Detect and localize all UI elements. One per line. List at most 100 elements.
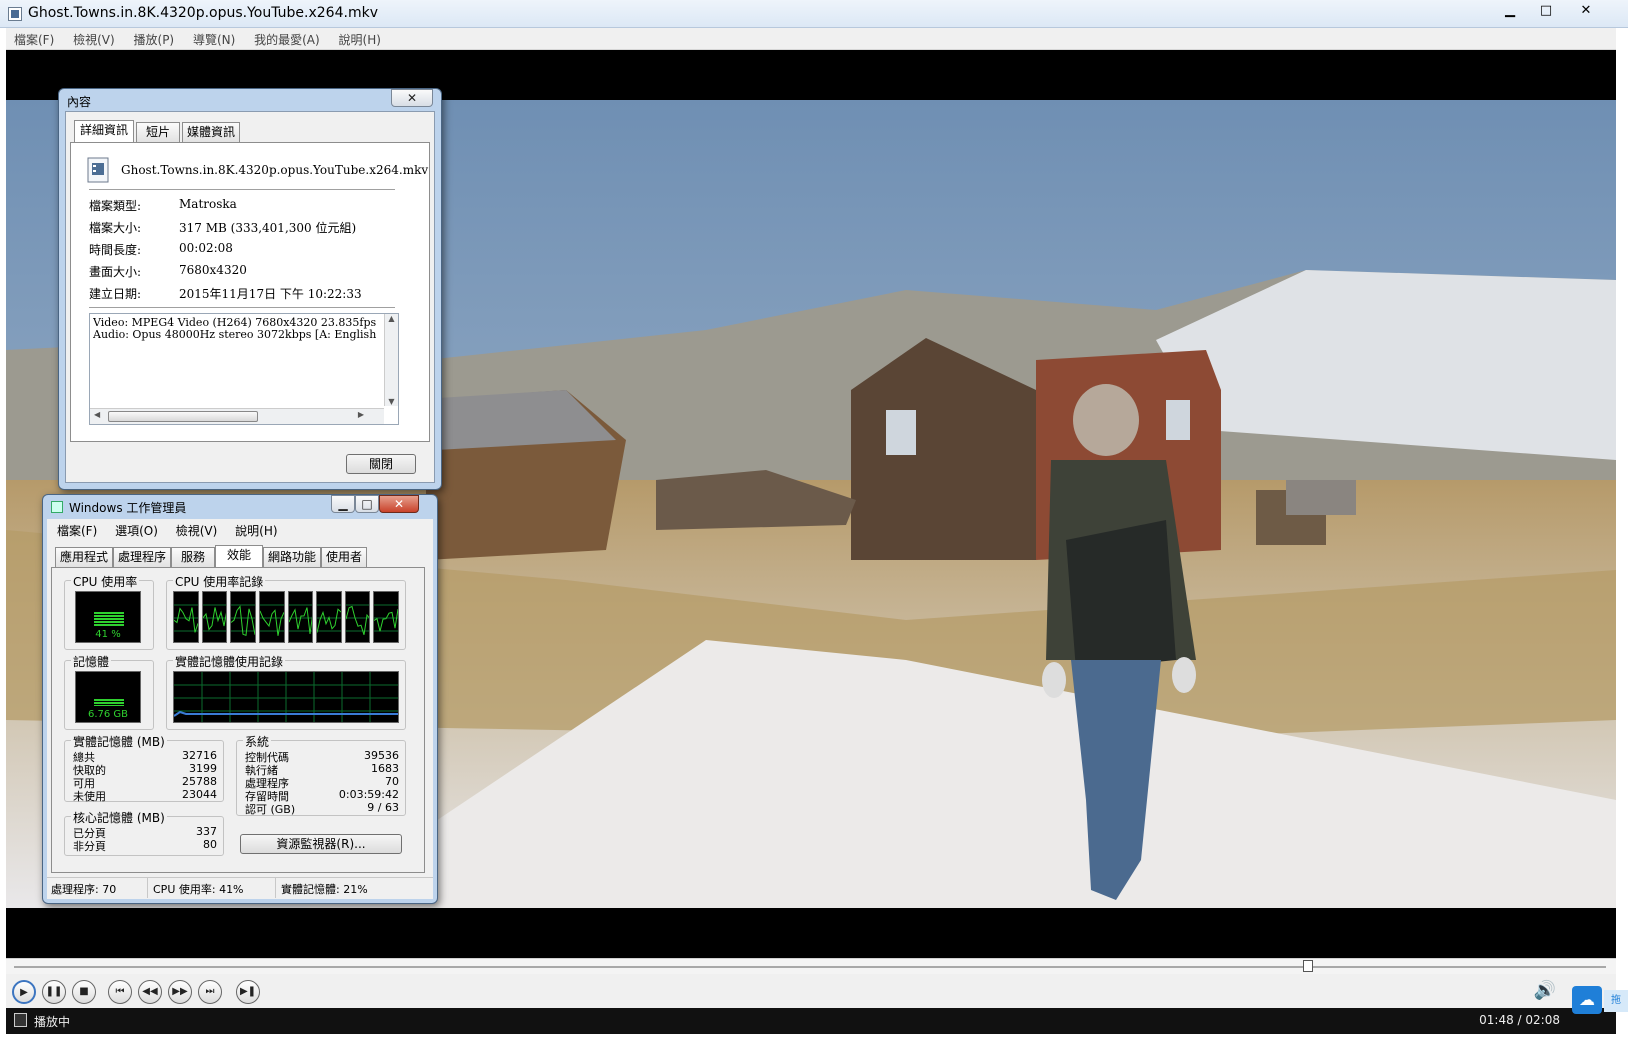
task-manager-maximize[interactable]: □ xyxy=(355,495,379,513)
side-tab-icon[interactable]: 拖 xyxy=(1604,990,1628,1012)
seek-track[interactable] xyxy=(14,966,1606,968)
field-label: 畫面大小: xyxy=(89,265,142,279)
stat-label: 認可 (GB) xyxy=(245,803,296,816)
tab-media-info[interactable]: 媒體資訊 xyxy=(182,122,240,142)
scroll-thumb[interactable] xyxy=(108,411,258,422)
next-button[interactable]: ⏭ xyxy=(198,980,222,1004)
previous-button[interactable]: ⏮ xyxy=(108,980,132,1004)
task-manager-close-icon[interactable]: ✕ xyxy=(379,495,419,513)
field-label: 檔案類型: xyxy=(89,199,142,213)
memory-history-label: 實體記憶體使用記錄 xyxy=(173,653,286,670)
cpu-core-graph xyxy=(201,591,228,643)
cpu-usage-value: 41 % xyxy=(95,629,121,640)
stat-value: 80 xyxy=(203,838,217,851)
cpu-core-graph xyxy=(173,591,199,643)
cpu-history-graphs xyxy=(173,591,399,643)
task-manager-status-bar: 處理程序: 70 CPU 使用率: 41% 實體記憶體: 21% xyxy=(47,877,433,898)
performance-panel: CPU 使用率 41 % CPU 使用率記錄 記憶體 6.76 GB 實體記憶體… xyxy=(51,567,425,873)
tab-networking[interactable]: 網路功能 xyxy=(263,547,321,567)
cpu-core-graph xyxy=(373,591,399,643)
media-player-window: Ghost.Towns.in.8K.4320p.opus.YouTube.x26… xyxy=(0,0,1628,1040)
tab-users[interactable]: 使用者 xyxy=(321,547,367,567)
properties-title: 內容 xyxy=(67,95,92,109)
tab-details[interactable]: 詳細資訊 xyxy=(74,120,134,142)
maximize-button[interactable]: □ xyxy=(1528,2,1564,22)
menu-favorites[interactable]: 我的最愛(A) xyxy=(246,28,327,48)
properties-close-icon[interactable]: ✕ xyxy=(391,89,433,107)
stat-value: 3199 xyxy=(189,762,217,775)
playback-status: 播放中 xyxy=(34,1015,71,1029)
tab-processes[interactable]: 處理程序 xyxy=(113,547,171,567)
menu-play[interactable]: 播放(P) xyxy=(126,28,182,48)
field-value: 00:02:08 xyxy=(179,241,233,255)
physical-memory-group: 實體記憶體 (MB) 總共 32716 快取的 3199 可用 25788 未使… xyxy=(64,733,224,803)
cpu-usage-group: CPU 使用率 41 % xyxy=(64,573,154,650)
title-bar: Ghost.Towns.in.8K.4320p.opus.YouTube.x26… xyxy=(0,0,1628,28)
cpu-meter-fill xyxy=(94,612,124,626)
stat-label: 非分頁 xyxy=(73,840,106,853)
field-value: 7680x4320 xyxy=(179,263,247,277)
menu-navigate[interactable]: 導覽(N) xyxy=(185,28,242,48)
field-label: 檔案大小: xyxy=(89,221,142,235)
horizontal-scrollbar[interactable]: ◀ ▶ xyxy=(90,408,384,424)
seek-bar[interactable] xyxy=(6,958,1616,974)
stop-button[interactable]: ■ xyxy=(72,980,96,1004)
status-processes: 處理程序: 70 xyxy=(51,883,117,896)
time-display: 01:48 / 02:08 xyxy=(1479,1013,1560,1027)
playback-controls: ▶ ❚❚ ■ ⏮ ◀◀ ▶▶ ⏭ ▶❚ 🔊 xyxy=(6,974,1616,1008)
fast-forward-button[interactable]: ▶▶ xyxy=(168,980,192,1004)
app-icon xyxy=(8,7,22,21)
tm-menu-view[interactable]: 檢視(V) xyxy=(176,522,218,539)
tm-menu-help[interactable]: 說明(H) xyxy=(235,522,277,539)
pause-button[interactable]: ❚❚ xyxy=(42,980,66,1004)
menu-bar: 檔案(F) 檢視(V) 播放(P) 導覽(N) 我的最愛(A) 說明(H) xyxy=(6,28,1616,50)
tab-clip[interactable]: 短片 xyxy=(136,122,180,142)
tab-performance[interactable]: 效能 xyxy=(215,545,263,567)
task-manager-icon xyxy=(51,501,63,513)
physical-memory-title: 實體記憶體 (MB) xyxy=(71,733,167,750)
stat-label: 未使用 xyxy=(73,790,106,803)
properties-body: 詳細資訊 短片 媒體資訊 Ghost.Towns.in.8K.4320p.opu… xyxy=(65,111,435,483)
cpu-core-graph xyxy=(316,591,342,643)
scroll-right-icon[interactable]: ▶ xyxy=(358,410,364,419)
vertical-scrollbar[interactable]: ▲ ▼ xyxy=(384,314,398,406)
stat-value: 1683 xyxy=(371,762,399,775)
scroll-down-icon[interactable]: ▼ xyxy=(385,397,398,406)
close-dialog-button[interactable]: 關閉 xyxy=(346,454,416,474)
memory-label: 記憶體 xyxy=(71,653,112,670)
resource-monitor-button[interactable]: 資源監視器(R)... xyxy=(240,834,402,854)
menu-help[interactable]: 說明(H) xyxy=(331,28,388,48)
speaker-icon[interactable]: 🔊 xyxy=(1534,980,1556,1001)
memory-group: 記憶體 6.76 GB xyxy=(64,653,154,730)
minimize-button[interactable]: ▁ xyxy=(1492,2,1528,22)
scroll-left-icon[interactable]: ◀ xyxy=(94,410,100,419)
cpu-usage-label: CPU 使用率 xyxy=(71,573,140,590)
system-group: 系統 控制代碼 39536 執行緒 1683 處理程序 70 存留時間 0:03… xyxy=(236,733,406,816)
divider xyxy=(89,307,395,308)
close-button[interactable]: ✕ xyxy=(1568,2,1604,22)
memory-history-graph xyxy=(173,671,399,723)
properties-dialog: 內容 ✕ 詳細資訊 短片 媒體資訊 Ghost.Towns.in.8K.4320… xyxy=(58,88,442,490)
cpu-core-graph xyxy=(258,591,285,643)
scroll-up-icon[interactable]: ▲ xyxy=(385,314,398,323)
seek-thumb[interactable] xyxy=(1302,960,1313,972)
tm-menu-options[interactable]: 選項(O) xyxy=(115,522,158,539)
play-button[interactable]: ▶ xyxy=(12,980,36,1004)
video-file-icon xyxy=(87,157,109,183)
menu-file[interactable]: 檔案(F) xyxy=(6,28,61,48)
menu-view[interactable]: 檢視(V) xyxy=(65,28,122,48)
cloud-sync-icon[interactable]: ☁ xyxy=(1572,986,1602,1014)
field-value: 2015年11月17日 下午 10:22:33 xyxy=(179,287,362,301)
frame-step-button[interactable]: ▶❚ xyxy=(236,980,260,1004)
tab-services[interactable]: 服務 xyxy=(171,547,215,567)
cpu-history-group: CPU 使用率記錄 xyxy=(166,573,406,650)
memory-meter: 6.76 GB xyxy=(75,671,141,723)
cpu-core-graph xyxy=(287,591,314,643)
task-manager-minimize[interactable]: ▁ xyxy=(331,495,355,513)
tab-applications[interactable]: 應用程式 xyxy=(55,547,113,567)
stat-value: 70 xyxy=(385,775,399,788)
field-value: 317 MB (333,401,300 位元組) xyxy=(179,221,357,235)
rewind-button[interactable]: ◀◀ xyxy=(138,980,162,1004)
tm-menu-file[interactable]: 檔案(F) xyxy=(57,522,97,539)
media-info-textbox[interactable]: Video: MPEG4 Video (H264) 7680x4320 23.8… xyxy=(89,313,399,425)
